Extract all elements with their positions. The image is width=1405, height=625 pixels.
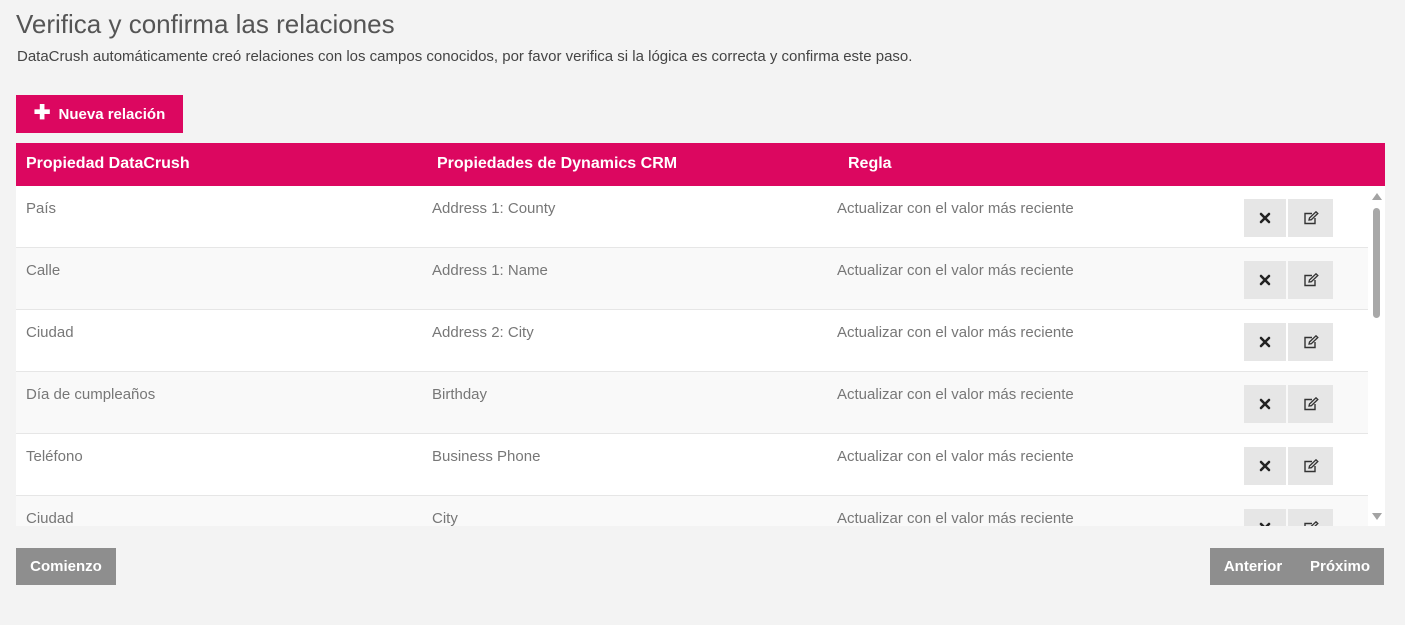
delete-button[interactable] <box>1244 385 1286 423</box>
delete-button[interactable] <box>1244 509 1286 526</box>
next-button[interactable]: Próximo <box>1296 548 1384 585</box>
close-icon <box>1259 522 1271 526</box>
scroll-down-arrow-icon[interactable] <box>1372 513 1382 520</box>
datacrush-property: Ciudad <box>26 324 74 341</box>
new-relation-label: Nueva relación <box>58 105 166 123</box>
column-header-rule: Regla <box>848 155 892 172</box>
edit-button[interactable] <box>1288 509 1333 526</box>
datacrush-property: Calle <box>26 262 61 279</box>
datacrush-property: País <box>26 200 57 217</box>
page: Verifica y confirma las relaciones DataC… <box>0 0 1405 625</box>
edit-button[interactable] <box>1288 385 1333 423</box>
edit-button[interactable] <box>1288 447 1333 485</box>
table-row: País Address 1: County Actualizar con el… <box>16 186 1368 248</box>
crm-property: Birthday <box>432 386 488 403</box>
page-title: Verifica y confirma las relaciones <box>16 9 395 39</box>
scroll-up-arrow-icon[interactable] <box>1372 193 1382 200</box>
scrollbar-thumb[interactable] <box>1373 208 1380 318</box>
crm-property: Address 1: Name <box>432 262 548 279</box>
close-icon <box>1259 460 1271 472</box>
edit-button[interactable] <box>1288 323 1333 361</box>
edit-icon <box>1303 273 1319 287</box>
delete-button[interactable] <box>1244 447 1286 485</box>
close-icon <box>1259 398 1271 410</box>
crm-property: City <box>432 510 458 526</box>
new-relation-button[interactable]: ✚ Nueva relación <box>16 95 183 133</box>
rule: Actualizar con el valor más reciente <box>837 262 1074 279</box>
datacrush-property: Teléfono <box>26 448 83 465</box>
delete-button[interactable] <box>1244 199 1286 237</box>
close-icon <box>1259 336 1271 348</box>
rule: Actualizar con el valor más reciente <box>837 200 1074 217</box>
crm-property: Address 1: County <box>432 200 556 217</box>
crm-property: Business Phone <box>432 448 541 465</box>
pagination-nav: Anterior Próximo <box>1210 548 1384 585</box>
edit-icon <box>1303 211 1319 225</box>
plus-icon: ✚ <box>33 102 51 124</box>
start-button[interactable]: Comienzo <box>16 548 116 585</box>
close-icon <box>1259 274 1271 286</box>
datacrush-property: Ciudad <box>26 510 74 526</box>
crm-property: Address 2: City <box>432 324 534 341</box>
datacrush-property: Día de cumpleaños <box>26 386 156 403</box>
delete-button[interactable] <box>1244 323 1286 361</box>
table-row: Calle Address 1: Name Actualizar con el … <box>16 248 1368 310</box>
close-icon <box>1259 212 1271 224</box>
rule: Actualizar con el valor más reciente <box>837 386 1074 403</box>
table-header: Propiedad DataCrush Propiedades de Dynam… <box>16 143 1385 186</box>
table-scrollbar[interactable] <box>1368 186 1385 526</box>
page-subtitle: DataCrush automáticamente creó relacione… <box>17 48 913 65</box>
rule: Actualizar con el valor más reciente <box>837 510 1074 526</box>
table-row: Día de cumpleaños Birthday Actualizar co… <box>16 372 1368 434</box>
table-row: Teléfono Business Phone Actualizar con e… <box>16 434 1368 496</box>
edit-icon <box>1303 335 1319 349</box>
rule: Actualizar con el valor más reciente <box>837 448 1074 465</box>
previous-button[interactable]: Anterior <box>1210 548 1296 585</box>
column-header-datacrush: Propiedad DataCrush <box>26 155 190 172</box>
column-header-crm: Propiedades de Dynamics CRM <box>437 155 678 172</box>
edit-icon <box>1303 397 1319 411</box>
rule: Actualizar con el valor más reciente <box>837 324 1074 341</box>
delete-button[interactable] <box>1244 261 1286 299</box>
table-row: Ciudad Address 2: City Actualizar con el… <box>16 310 1368 372</box>
edit-icon <box>1303 521 1319 526</box>
table-row: Ciudad City Actualizar con el valor más … <box>16 496 1368 526</box>
edit-button[interactable] <box>1288 261 1333 299</box>
table-body: País Address 1: County Actualizar con el… <box>16 186 1385 526</box>
edit-icon <box>1303 459 1319 473</box>
edit-button[interactable] <box>1288 199 1333 237</box>
